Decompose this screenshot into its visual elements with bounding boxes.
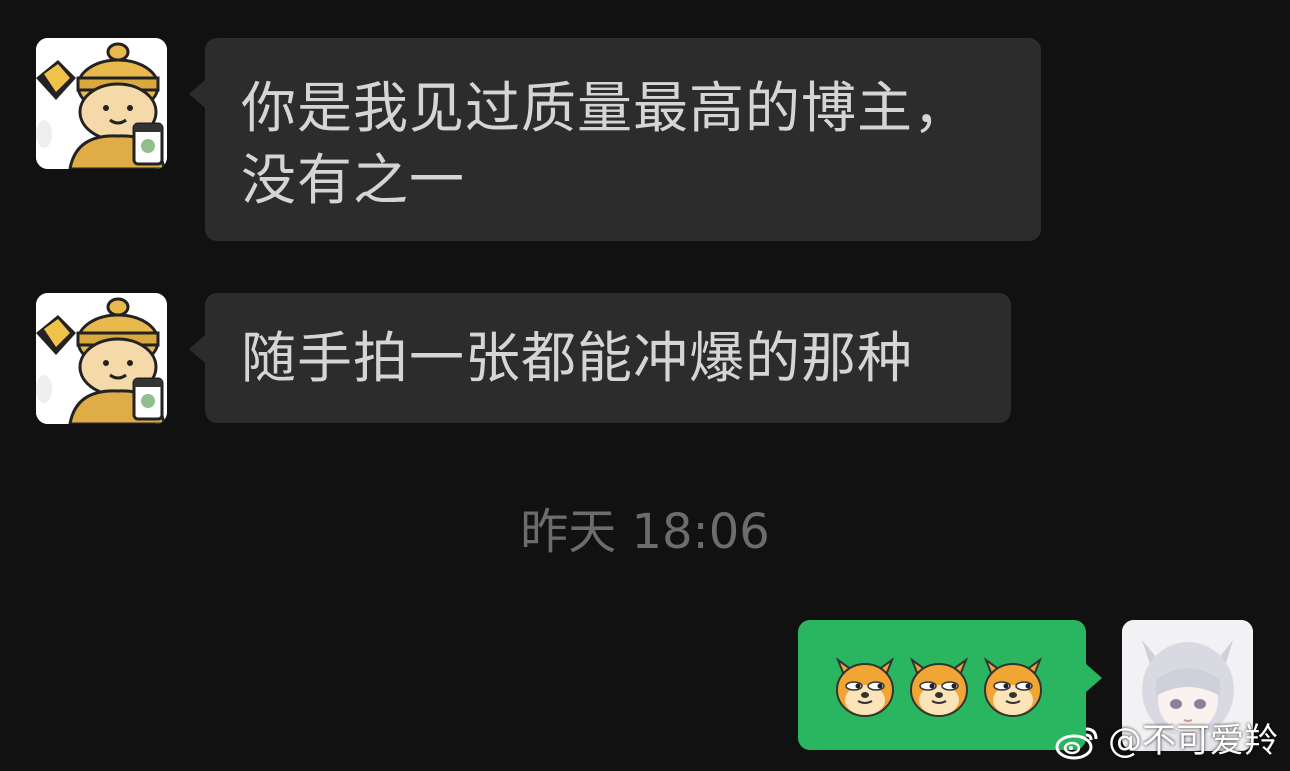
- contact-avatar[interactable]: [36, 293, 167, 424]
- incoming-message-bubble[interactable]: 随手拍一张都能冲爆的那种: [189, 293, 1011, 423]
- bear-monk-avatar-icon: [36, 293, 167, 424]
- message-text: 随手拍一张都能冲爆的那种: [241, 326, 914, 390]
- doge-emoji: [835, 657, 895, 717]
- bear-monk-avatar-icon: [36, 38, 167, 169]
- incoming-message-bubble[interactable]: 你是我见过质量最高的博主， 没有之一: [189, 38, 1041, 241]
- message-text: 你是我见过质量最高的博主， 没有之一: [241, 76, 970, 212]
- emoji-row: [832, 650, 1046, 720]
- doge-emoji: [983, 657, 1043, 717]
- doge-emoji: [909, 657, 969, 717]
- chat-screen: 你是我见过质量最高的博主， 没有之一 随手拍一张都能冲爆的那种 昨天 18:06: [0, 0, 1290, 771]
- message-timestamp: 昨天 18:06: [520, 504, 770, 560]
- weibo-watermark: @不可爱羚: [1054, 721, 1278, 761]
- watermark-text: @不可爱羚: [1108, 721, 1278, 761]
- outgoing-message-bubble[interactable]: [798, 620, 1102, 750]
- weibo-logo-icon: [1055, 727, 1098, 760]
- contact-avatar[interactable]: [36, 38, 167, 169]
